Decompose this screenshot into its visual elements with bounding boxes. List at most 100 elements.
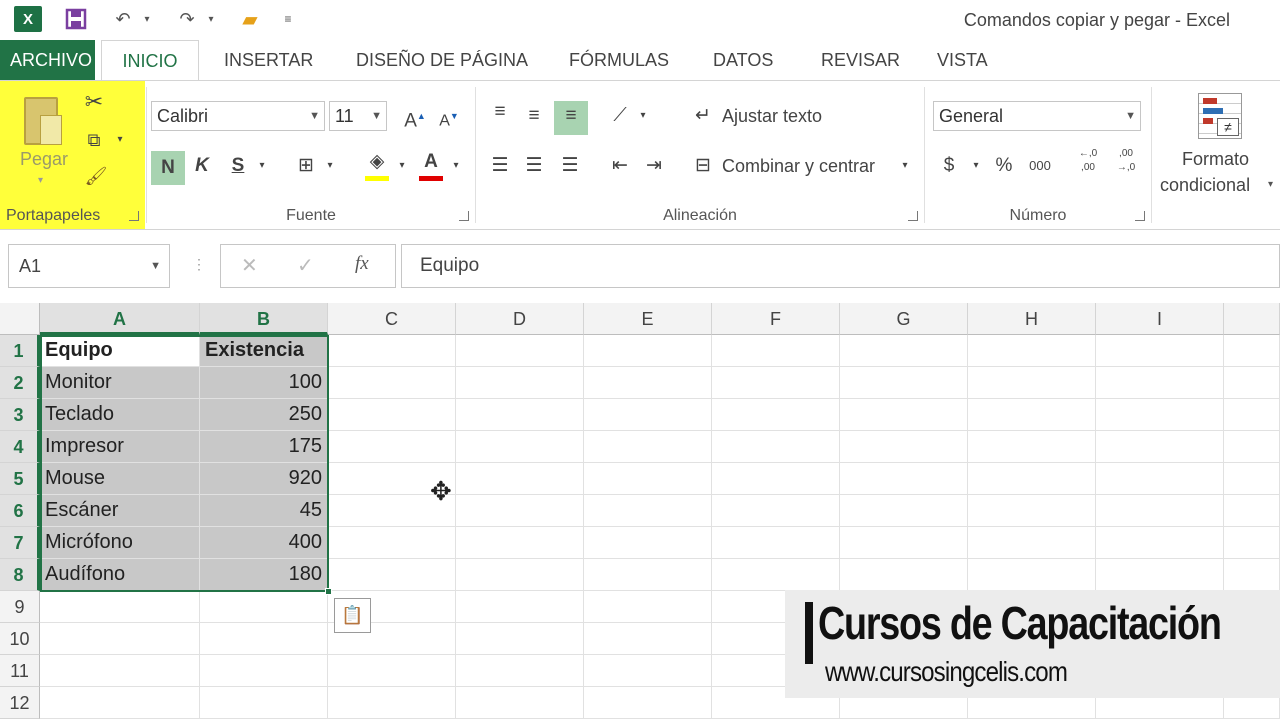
- cell[interactable]: [328, 399, 456, 431]
- cell[interactable]: Impresor: [40, 431, 200, 463]
- row-header[interactable]: 1: [0, 335, 40, 367]
- cell[interactable]: [712, 367, 840, 399]
- cell[interactable]: [840, 495, 968, 527]
- cell[interactable]: [968, 559, 1096, 591]
- row-header[interactable]: 4: [0, 431, 40, 463]
- decrease-decimals-icon[interactable]: ,00 →,0: [1109, 147, 1143, 177]
- bold-button[interactable]: N: [151, 151, 185, 185]
- align-center-icon[interactable]: ☰: [520, 151, 548, 181]
- customize-toolbar-icon[interactable]: ≡: [280, 6, 296, 32]
- cell[interactable]: [584, 335, 712, 367]
- cell[interactable]: [1096, 463, 1224, 495]
- cancel-icon[interactable]: ✕: [241, 253, 258, 278]
- cell[interactable]: [840, 399, 968, 431]
- row-header[interactable]: 12: [0, 687, 40, 719]
- cell[interactable]: Audífono: [40, 559, 200, 591]
- cell[interactable]: [328, 431, 456, 463]
- tab-inicio[interactable]: INICIO: [101, 40, 199, 81]
- cell[interactable]: [840, 335, 968, 367]
- column-header[interactable]: B: [200, 303, 328, 335]
- number-launcher-icon[interactable]: [1135, 211, 1145, 221]
- cell[interactable]: [40, 623, 200, 655]
- cell[interactable]: [968, 431, 1096, 463]
- row-header[interactable]: 7: [0, 527, 40, 559]
- cell[interactable]: [968, 527, 1096, 559]
- cell[interactable]: [968, 399, 1096, 431]
- cell[interactable]: [456, 399, 584, 431]
- cell[interactable]: [712, 527, 840, 559]
- cell[interactable]: Monitor: [40, 367, 200, 399]
- row-header[interactable]: 8: [0, 559, 40, 591]
- column-header[interactable]: C: [328, 303, 456, 335]
- cell[interactable]: [456, 463, 584, 495]
- cell[interactable]: [840, 431, 968, 463]
- cell[interactable]: [1096, 335, 1224, 367]
- redo-dropdown-icon[interactable]: ▾: [204, 6, 218, 32]
- tab-insertar[interactable]: INSERTAR: [214, 40, 323, 80]
- column-header[interactable]: D: [456, 303, 584, 335]
- increase-indent-icon[interactable]: ⇥: [640, 151, 668, 181]
- cell[interactable]: [712, 431, 840, 463]
- name-box[interactable]: A1 ▼: [8, 244, 170, 288]
- cell[interactable]: [456, 335, 584, 367]
- thousands-icon[interactable]: 000: [1023, 151, 1057, 181]
- save-icon[interactable]: [62, 6, 90, 32]
- column-header[interactable]: A: [40, 303, 200, 335]
- cell[interactable]: [1224, 463, 1280, 495]
- cell[interactable]: 920: [200, 463, 328, 495]
- cell[interactable]: Escáner: [40, 495, 200, 527]
- wrap-text-button[interactable]: ↵ Ajustar texto: [690, 101, 850, 131]
- cell[interactable]: [1224, 431, 1280, 463]
- cell[interactable]: [456, 623, 584, 655]
- currency-dropdown-icon[interactable]: ▾: [969, 151, 983, 181]
- clipboard-launcher-icon[interactable]: [129, 211, 139, 221]
- cell[interactable]: [456, 591, 584, 623]
- align-middle-icon[interactable]: ≡: [520, 101, 548, 131]
- cell[interactable]: [1224, 527, 1280, 559]
- cell[interactable]: [584, 495, 712, 527]
- cell[interactable]: Existencia: [200, 335, 328, 367]
- fill-color-icon[interactable]: ◈: [363, 147, 391, 181]
- row-header[interactable]: 2: [0, 367, 40, 399]
- cell[interactable]: [584, 559, 712, 591]
- cell[interactable]: [968, 367, 1096, 399]
- cell[interactable]: [712, 495, 840, 527]
- row-header[interactable]: 3: [0, 399, 40, 431]
- cell[interactable]: [968, 335, 1096, 367]
- cell[interactable]: [1096, 559, 1224, 591]
- undo-dropdown-icon[interactable]: ▾: [140, 6, 154, 32]
- column-header[interactable]: I: [1096, 303, 1224, 335]
- cell[interactable]: [584, 431, 712, 463]
- cell[interactable]: [328, 687, 456, 719]
- cell[interactable]: [968, 495, 1096, 527]
- font-color-icon[interactable]: A: [417, 147, 445, 181]
- undo-icon[interactable]: ↶: [108, 6, 138, 32]
- conditional-format-button[interactable]: ≠ Formato condicional ▾: [1156, 91, 1276, 201]
- column-header[interactable]: [1224, 303, 1280, 335]
- cell[interactable]: [1096, 367, 1224, 399]
- cell[interactable]: [456, 527, 584, 559]
- font-launcher-icon[interactable]: [459, 211, 469, 221]
- cell[interactable]: 400: [200, 527, 328, 559]
- number-format-select[interactable]: General ▼: [933, 101, 1141, 131]
- italic-button[interactable]: K: [189, 151, 215, 181]
- cell[interactable]: [840, 367, 968, 399]
- insert-function-icon[interactable]: fx: [355, 253, 369, 275]
- align-right-icon[interactable]: ☰: [556, 151, 584, 181]
- align-left-icon[interactable]: ☰: [486, 151, 514, 181]
- row-header[interactable]: 6: [0, 495, 40, 527]
- font-name-select[interactable]: Calibri ▼: [151, 101, 325, 131]
- row-header[interactable]: 11: [0, 655, 40, 687]
- cell[interactable]: [840, 463, 968, 495]
- tab-archivo[interactable]: ARCHIVO: [0, 40, 95, 80]
- cell[interactable]: [328, 559, 456, 591]
- cell[interactable]: [200, 591, 328, 623]
- cell[interactable]: [968, 463, 1096, 495]
- decrease-indent-icon[interactable]: ⇤: [606, 151, 634, 181]
- column-header[interactable]: H: [968, 303, 1096, 335]
- cell[interactable]: [712, 463, 840, 495]
- copy-dropdown-icon[interactable]: ▾: [112, 125, 128, 155]
- cell[interactable]: [1096, 399, 1224, 431]
- orientation-dropdown-icon[interactable]: ▾: [636, 101, 650, 131]
- cell[interactable]: 100: [200, 367, 328, 399]
